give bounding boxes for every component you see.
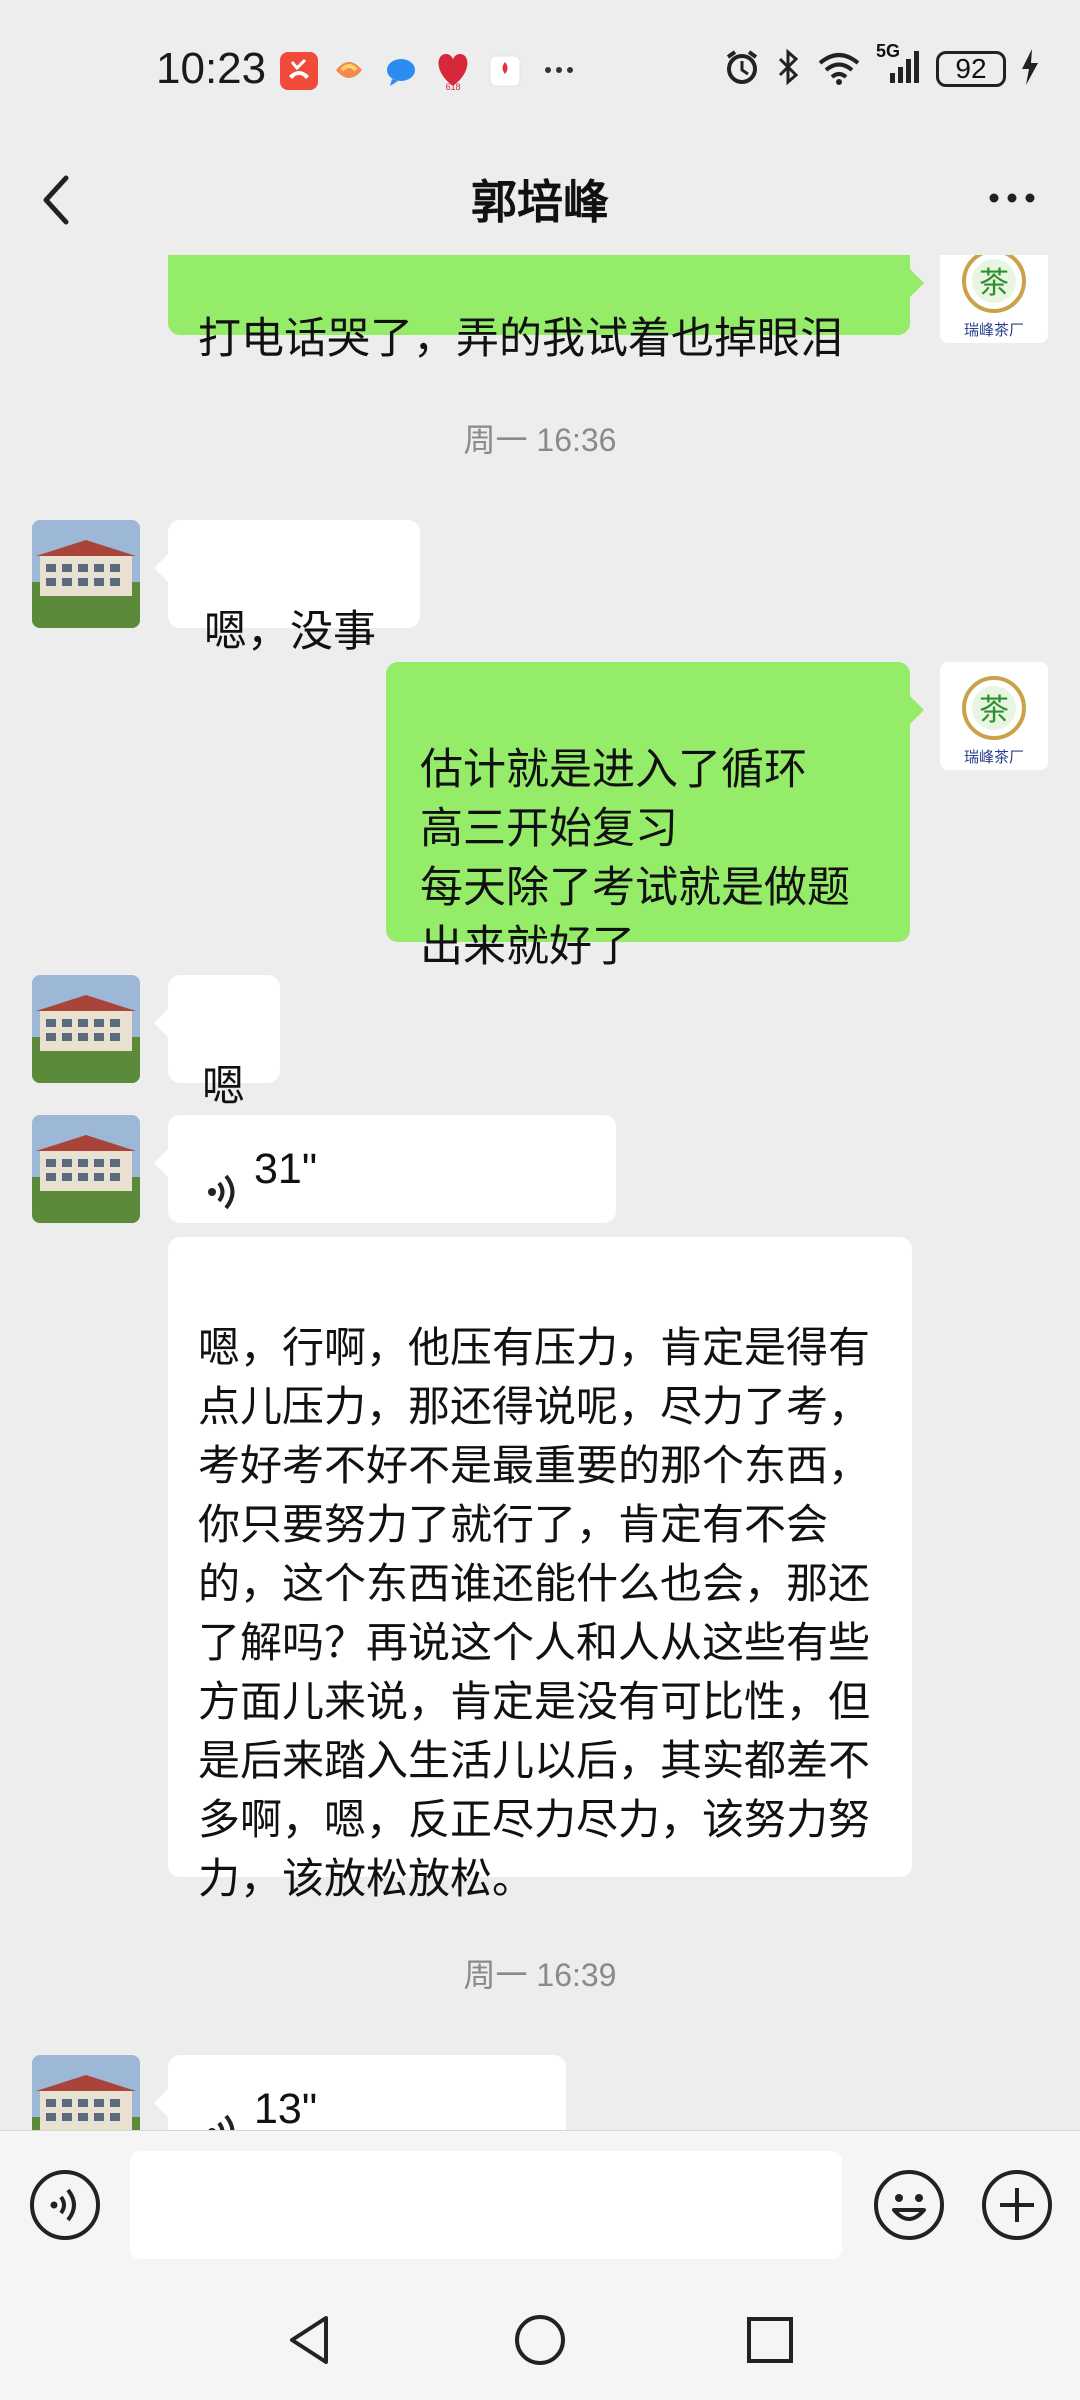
battery-icon: 92: [936, 51, 1006, 87]
emoji-icon[interactable]: [872, 2168, 946, 2246]
wifi-icon: [816, 47, 862, 91]
voice-input-icon[interactable]: [28, 2168, 102, 2246]
avatar-logo-label: 瑞峰茶厂: [964, 321, 1024, 339]
contact-avatar[interactable]: [32, 520, 140, 628]
timestamp: 周一 16:39: [463, 1957, 617, 1993]
my-avatar[interactable]: 茶 瑞峰茶厂: [940, 255, 1048, 343]
voice-transcript[interactable]: 嗯，行啊，他压有压力，肯定是得有点儿压力，那还得说呢，尽力了考，考好考不好不是最…: [168, 1237, 912, 1903]
missed-call-icon: [280, 52, 318, 90]
voice-message-bubble[interactable]: 13": [154, 2055, 566, 2131]
message-text: 嗯: [202, 1062, 245, 1112]
contact-avatar[interactable]: [32, 1115, 140, 1223]
message-bubble-incoming[interactable]: 嗯: [154, 975, 280, 1112]
bluetooth-icon: [776, 47, 802, 91]
message-text: 估计就是进入了循环 高三开始复习 每天除了考试就是做题 出来就好了: [420, 745, 850, 972]
network-type: 5G: [876, 41, 901, 61]
alarm-icon: [722, 47, 762, 91]
voice-wave-icon: [204, 1110, 240, 1228]
input-bar: [0, 2130, 1080, 2281]
message-text: 嗯，没事: [204, 607, 376, 657]
message-bubble-outgoing[interactable]: 估计就是进入了循环 高三开始复习 每天除了考试就是做题 出来就好了: [386, 662, 924, 972]
message-bubble-outgoing[interactable]: 打电话哭了，弄的我试着也掉眼泪: [168, 255, 924, 364]
back-triangle-icon[interactable]: [280, 2310, 340, 2374]
my-avatar[interactable]: 茶 瑞峰茶厂: [940, 662, 1048, 770]
message-icon: [382, 52, 420, 90]
voice-duration: 31": [254, 1144, 318, 1193]
voice-message-bubble[interactable]: 31": [154, 1115, 616, 1223]
chat-title: 郭培峰: [471, 175, 609, 229]
voice-duration: 13": [254, 2084, 318, 2131]
svg-text:618: 618: [445, 82, 460, 92]
app-icon: [330, 52, 368, 90]
contact-avatar[interactable]: [32, 2055, 140, 2130]
chat-header: 郭培峰: [0, 140, 1080, 260]
status-time: 10:23: [156, 44, 267, 93]
timestamp: 周一 16:36: [463, 422, 617, 458]
more-dots-icon: [540, 60, 578, 98]
charging-icon: [1020, 47, 1040, 91]
recents-square-icon[interactable]: [740, 2310, 800, 2374]
home-circle-icon[interactable]: [510, 2310, 570, 2374]
system-status-icons: 5G 92: [722, 41, 1040, 94]
battery-level: 92: [955, 53, 987, 84]
huawei-app-icon: [486, 52, 524, 90]
shopping-618-icon: 618: [432, 48, 474, 92]
more-horizontal-icon[interactable]: [984, 170, 1040, 239]
message-text: 打电话哭了，弄的我试着也掉眼泪: [198, 314, 843, 364]
contact-avatar[interactable]: [32, 975, 140, 1083]
signal-icon: 5G: [876, 41, 922, 91]
voice-wave-icon: [204, 2050, 240, 2130]
message-bubble-incoming[interactable]: 嗯，没事: [154, 520, 420, 657]
system-navigation-bar: [0, 2280, 1080, 2400]
avatar-logo-label: 瑞峰茶厂: [964, 748, 1024, 766]
avatar-logo-char: 茶: [979, 266, 1009, 301]
transcript-text: 嗯，行啊，他压有压力，肯定是得有点儿压力，那还得说呢，尽力了考，考好考不好不是最…: [198, 1323, 871, 1903]
message-list[interactable]: 打电话哭了，弄的我试着也掉眼泪 茶 瑞峰茶厂 周一 16:36 嗯，没事 估计就…: [0, 255, 1080, 2130]
avatar-logo-char: 茶: [979, 693, 1009, 728]
message-input[interactable]: [130, 2151, 842, 2259]
plus-circle-icon[interactable]: [980, 2168, 1054, 2246]
status-bar: 10:23 618 5G 92: [0, 0, 1080, 140]
